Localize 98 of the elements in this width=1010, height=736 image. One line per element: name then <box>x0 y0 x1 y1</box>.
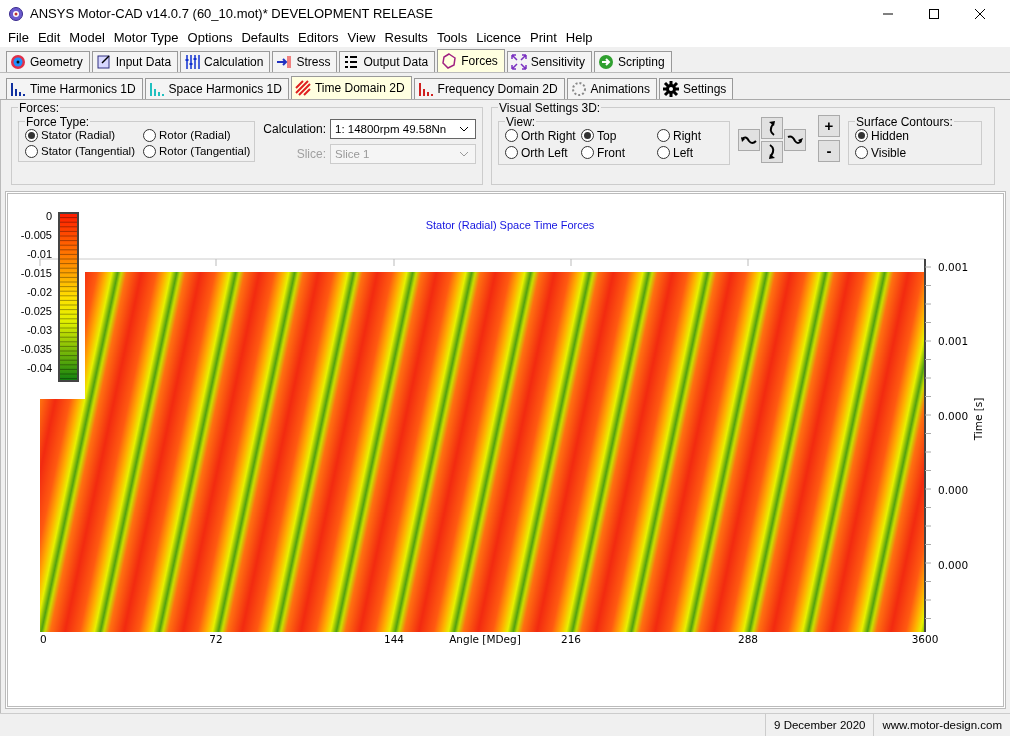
x-tick-label: 144 <box>384 632 404 645</box>
x-tick-label: 72 <box>209 632 223 645</box>
tab[interactable]: Settings <box>659 77 734 99</box>
maximize-icon[interactable] <box>928 8 940 20</box>
radio-button[interactable]: Stator (Radial) <box>25 128 143 142</box>
tab-icon <box>95 53 112 70</box>
y-axis-label: Time [s] <box>972 397 984 440</box>
color-scale-label: 0 <box>45 209 52 222</box>
menu-item[interactable]: Help <box>561 29 598 45</box>
tab[interactable]: Time Harmonics 1D <box>6 77 143 99</box>
group-title: Force Type: <box>25 114 91 129</box>
menu-item[interactable]: Motor Type <box>109 29 184 45</box>
tab-icon <box>294 79 311 96</box>
tab[interactable]: Space Harmonics 1D <box>144 77 289 99</box>
tab-icon <box>510 53 527 70</box>
radio-button[interactable]: Rotor (Tangential) <box>143 144 251 158</box>
menu-item[interactable]: Editors <box>294 29 344 45</box>
window-title: ANSYS Motor-CAD v14.0.7 (60_10.mot)* DEVELOPMENT RELEASE <box>30 6 434 22</box>
menu-item[interactable]: Tools <box>432 29 473 45</box>
color-scale-label: -0.015 <box>20 266 52 279</box>
tab[interactable]: Input Data <box>91 50 179 72</box>
chevron-down-icon <box>459 125 469 132</box>
tab[interactable]: Frequency Domain 2D <box>413 77 565 99</box>
radio-button[interactable]: Top <box>581 128 657 143</box>
color-scale-label: -0.035 <box>20 342 52 355</box>
tab-icon <box>343 53 360 70</box>
x-tick-label: 216 <box>561 632 581 645</box>
color-scale-label: -0.04 <box>26 361 52 374</box>
tab-icon <box>597 53 614 70</box>
radio-button[interactable]: Orth Right <box>505 128 581 143</box>
calculation-label: Calculation: <box>263 121 326 136</box>
group-title: Surface Contours: <box>855 114 954 129</box>
menu-item[interactable]: Options <box>183 29 238 45</box>
menu-item[interactable]: Defaults <box>237 29 295 45</box>
plot-title: Stator (Radial) Space Time Forces <box>425 218 595 231</box>
color-scale-label: -0.02 <box>26 285 52 298</box>
menu-item[interactable]: File <box>4 29 34 45</box>
tab-icon <box>417 80 434 97</box>
tab-icon <box>663 80 679 97</box>
y-tick-label: 0.000 <box>938 558 969 571</box>
radio-button[interactable]: Rotor (Radial) <box>143 128 251 142</box>
rotate-up-button[interactable] <box>761 116 783 139</box>
status-date: 9 December 2020 <box>765 713 874 736</box>
tab-icon <box>276 53 293 70</box>
close-icon[interactable] <box>974 8 986 20</box>
x-tick-label: 0 <box>40 632 47 645</box>
menu-item[interactable]: View <box>343 29 381 45</box>
menu-item[interactable]: Model <box>65 29 110 45</box>
zoom-button[interactable]: - <box>818 139 840 162</box>
tab-icon <box>10 53 26 70</box>
radio-button[interactable]: Front <box>581 145 657 160</box>
radio-button[interactable]: Left <box>657 145 727 160</box>
tab[interactable]: Output Data <box>339 50 436 72</box>
y-tick-label: 0.001 <box>938 260 969 273</box>
color-scale-label: -0.01 <box>26 247 52 260</box>
group-title: View: <box>505 114 536 129</box>
tab[interactable]: Scripting <box>593 50 672 72</box>
tab[interactable]: Time Domain 2D <box>290 75 412 99</box>
tab[interactable]: Calculation <box>180 50 271 72</box>
chevron-down-icon <box>459 150 469 157</box>
x-tick-label: 288 <box>738 632 758 645</box>
tab[interactable]: Stress <box>272 50 338 72</box>
menu-item[interactable]: Results <box>380 29 433 45</box>
tab-icon <box>148 80 165 97</box>
radio-button[interactable]: Visible <box>855 145 975 160</box>
group-title: Visual Settings 3D: <box>498 100 602 115</box>
radio-button[interactable]: Orth Left <box>505 145 581 160</box>
radio-button[interactable]: Hidden <box>855 128 975 143</box>
tab-icon <box>441 52 458 69</box>
y-tick-label: 0.001 <box>938 334 969 347</box>
radio-button[interactable]: Stator (Tangential) <box>25 144 143 158</box>
tab[interactable]: Forces <box>437 48 505 72</box>
tab-icon <box>184 53 201 70</box>
zoom-button[interactable]: + <box>818 114 840 137</box>
color-scale-label: -0.005 <box>20 228 52 241</box>
slice-label: Slice: <box>296 146 326 161</box>
tab[interactable]: Animations <box>566 77 657 99</box>
menu-item[interactable]: Print <box>526 29 562 45</box>
tab-icon <box>570 80 587 97</box>
status-website: www.motor-design.com <box>873 713 1010 736</box>
x-tick-label: 3600 <box>911 632 939 645</box>
y-tick-label: 0.000 <box>938 483 969 496</box>
app-logo-icon <box>8 6 24 22</box>
color-scale-label: -0.03 <box>26 323 52 336</box>
rotate-down-button[interactable] <box>761 140 783 163</box>
y-tick-label: 0.000 <box>938 409 969 422</box>
rotate-right-button[interactable] <box>784 128 806 151</box>
color-scale-label: -0.025 <box>20 304 52 317</box>
menu-item[interactable]: Licence <box>472 29 527 45</box>
calculation-dropdown[interactable]: 1: 14800rpm 49.58Nn <box>330 118 476 139</box>
menu-item[interactable]: Edit <box>33 29 66 45</box>
tab[interactable]: Sensitivity <box>506 50 592 72</box>
group-title: Forces: <box>18 100 60 115</box>
x-axis-label: Angle [MDeg] <box>449 632 521 645</box>
tab[interactable]: Geometry <box>6 50 90 72</box>
rotate-left-button[interactable] <box>738 128 760 151</box>
tab-icon <box>10 80 26 97</box>
radio-button[interactable]: Right <box>657 128 727 143</box>
